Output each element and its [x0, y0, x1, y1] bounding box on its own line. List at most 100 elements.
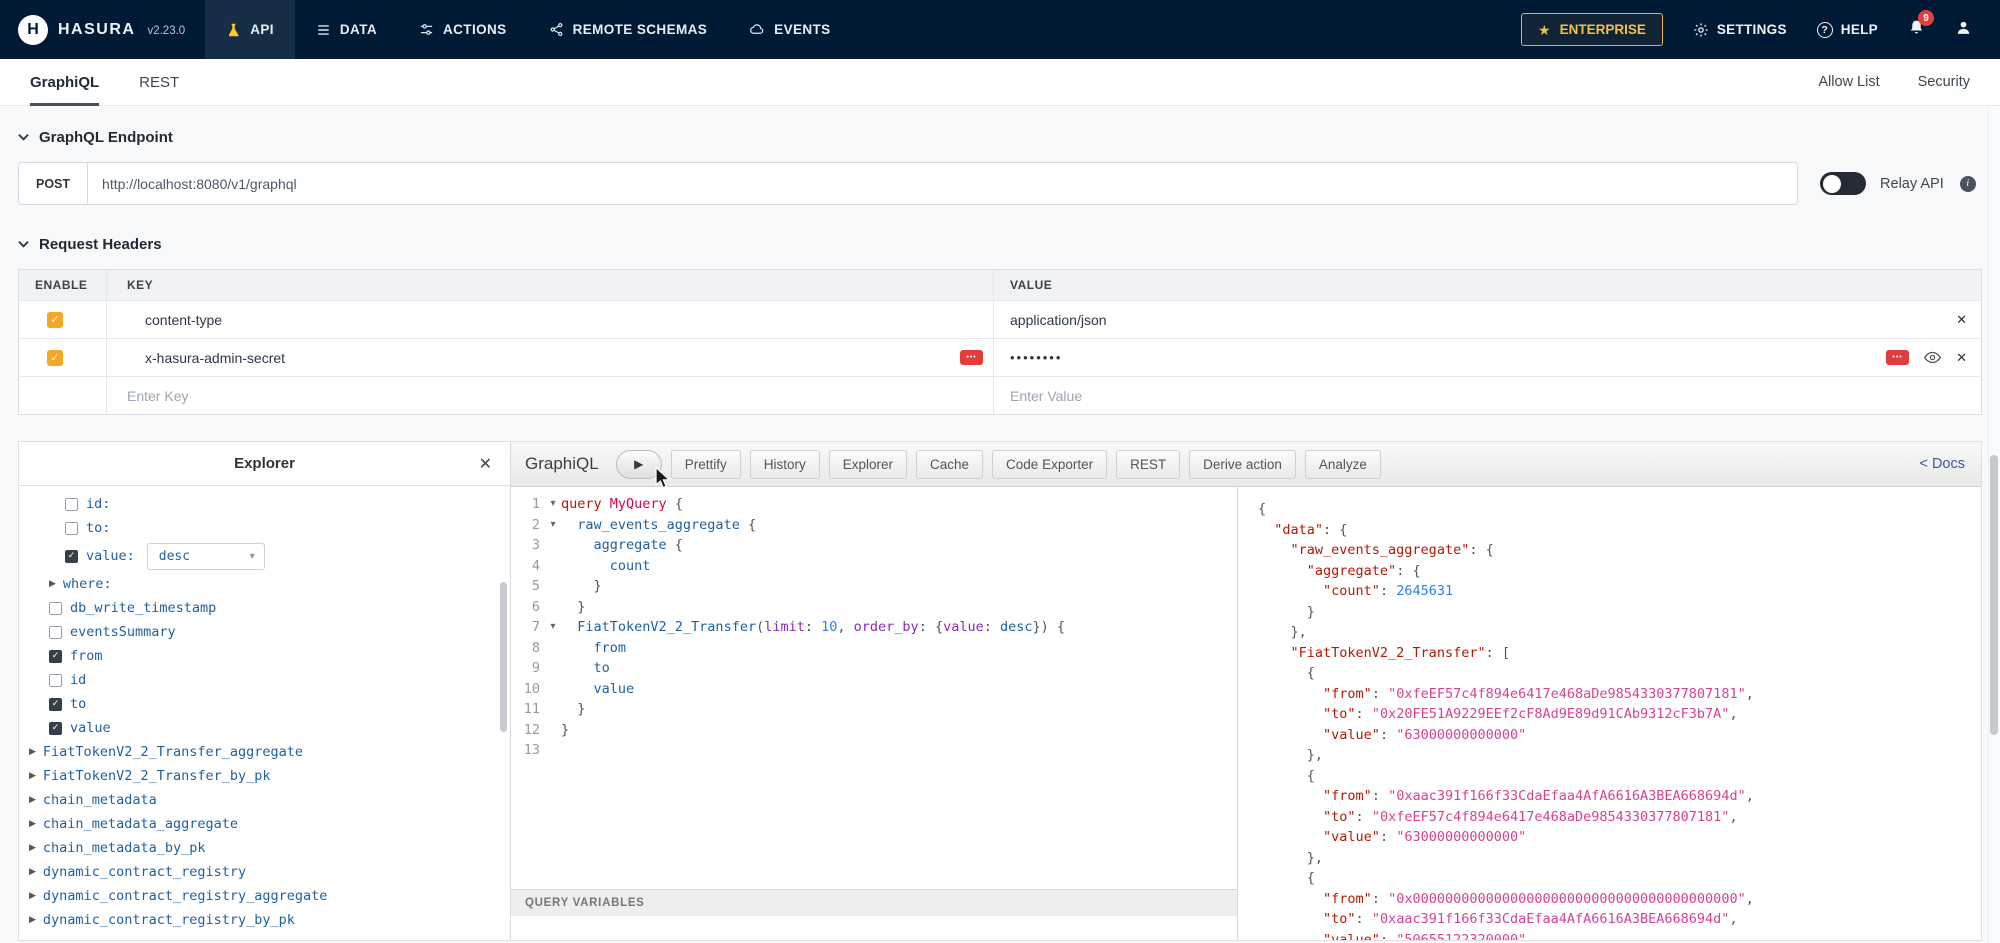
sort-direction-select[interactable]: desc▾	[147, 543, 265, 570]
code-token: {	[1258, 868, 1315, 889]
nav-item-actions[interactable]: ACTIONS	[398, 0, 528, 59]
explorer-item-dynamic_contract_registry_by_pk[interactable]: ▶dynamic_contract_registry_by_pk	[19, 908, 510, 932]
field-checkbox[interactable]	[49, 674, 62, 687]
explorer-item-to[interactable]: to:	[19, 516, 510, 540]
code-token: "count"	[1323, 581, 1380, 602]
explorer-item-db_write_timestamp[interactable]: db_write_timestamp	[19, 596, 510, 620]
explorer-scrollbar[interactable]	[500, 582, 507, 732]
explorer-tree[interactable]: id: to: ✓value:desc▾▶where:db_write_timest…	[19, 486, 510, 940]
relay-api-toggle[interactable]	[1820, 172, 1866, 195]
response-pane[interactable]: { "data": { "raw_events_aggregate": { "a…	[1238, 487, 1981, 940]
query-variables-editor[interactable]	[511, 916, 1237, 940]
rest-button[interactable]: REST	[1116, 450, 1180, 479]
field-checkbox[interactable]: ✓	[49, 722, 62, 735]
explorer-item-chain_metadata_by_pk[interactable]: ▶chain_metadata_by_pk	[19, 836, 510, 860]
field-checkbox[interactable]	[65, 498, 78, 511]
explorer-item-id[interactable]: id:	[19, 492, 510, 516]
remove-header-icon[interactable]: ✕	[1956, 313, 1967, 326]
execute-query-button[interactable]: ▶	[616, 450, 662, 479]
settings-link[interactable]: SETTINGS	[1693, 22, 1787, 38]
expand-arrow-icon[interactable]: ▶	[29, 867, 36, 877]
query-variables-header[interactable]: QUERY VARIABLES	[511, 889, 1237, 916]
explorer-item-chain_metadata_aggregate[interactable]: ▶chain_metadata_aggregate	[19, 812, 510, 836]
field-checkbox[interactable]: ✓	[65, 550, 78, 563]
explorer-item-FiatTokenV2_2_Transfer_aggregate[interactable]: ▶FiatTokenV2_2_Transfer_aggregate	[19, 740, 510, 764]
explorer-item-value[interactable]: ✓value	[19, 716, 510, 740]
explorer-item-FiatTokenV2_2_Transfer_by_pk[interactable]: ▶FiatTokenV2_2_Transfer_by_pk	[19, 764, 510, 788]
expand-arrow-icon[interactable]: ▶	[29, 747, 36, 757]
explorer-item-where[interactable]: ▶where:	[19, 572, 510, 596]
explorer-item-dynamic_contract_registry_aggregate[interactable]: ▶dynamic_contract_registry_aggregate	[19, 884, 510, 908]
prettify-button[interactable]: Prettify	[671, 450, 741, 479]
security-link[interactable]: Security	[1918, 74, 1970, 90]
code-token: "0xaac391f166f33CdaEfaa4AfA6616A3BEA6686…	[1388, 786, 1746, 807]
code-exporter-button[interactable]: Code Exporter	[992, 450, 1107, 479]
history-button[interactable]: History	[750, 450, 820, 479]
header-key-text[interactable]: x-hasura-admin-secret	[145, 350, 285, 366]
actions-sliders-icon	[419, 22, 434, 37]
explorer-item-value[interactable]: ✓value:desc▾	[19, 540, 510, 572]
analyze-button[interactable]: Analyze	[1305, 450, 1381, 479]
explorer-item-dynamic_contract_registry[interactable]: ▶dynamic_contract_registry	[19, 860, 510, 884]
field-checkbox[interactable]: ✓	[49, 650, 62, 663]
expand-arrow-icon[interactable]: ▶	[29, 771, 36, 781]
fold-arrow-icon[interactable]: ▾	[545, 494, 561, 515]
expand-arrow-icon[interactable]: ▶	[29, 795, 36, 805]
page-scrollbar[interactable]	[1988, 106, 2000, 943]
code-token: "data"	[1274, 520, 1323, 541]
nav-item-data[interactable]: DATA	[295, 0, 398, 59]
header-value-text[interactable]: application/json	[1010, 312, 1107, 328]
new-header-key-input[interactable]	[127, 388, 950, 404]
reveal-eye-icon[interactable]	[1924, 351, 1941, 364]
expand-arrow-icon[interactable]: ▶	[29, 891, 36, 901]
notifications-button[interactable]: 9	[1908, 18, 1925, 41]
enterprise-button[interactable]: ★ ENTERPRISE	[1521, 13, 1663, 46]
brand[interactable]: H HASURA v2.23.0	[0, 0, 205, 59]
cache-button[interactable]: Cache	[916, 450, 983, 479]
enable-checkbox[interactable]: ✓	[47, 350, 63, 366]
header-key-text[interactable]: content-type	[145, 312, 222, 328]
fold-arrow-icon[interactable]: ▾	[545, 617, 561, 638]
graphql-endpoint-section-header[interactable]: GraphQL Endpoint	[18, 128, 1982, 146]
nav-item-events[interactable]: EVENTS	[728, 0, 851, 59]
enable-checkbox[interactable]: ✓	[47, 312, 63, 328]
nav-item-api[interactable]: API	[205, 0, 295, 59]
user-menu-button[interactable]	[1955, 19, 1972, 41]
help-link[interactable]: ? HELP	[1817, 22, 1878, 38]
tab-rest[interactable]: REST	[139, 59, 179, 105]
field-checkbox[interactable]	[65, 522, 78, 535]
masked-value-text[interactable]: ••••••••	[1010, 350, 1062, 365]
explorer-item-label: to:	[86, 520, 110, 536]
page-scrollbar-thumb[interactable]	[1990, 455, 1998, 735]
query-editor-lines[interactable]: 1▾query MyQuery {2▾ raw_events_aggregate…	[511, 487, 1237, 889]
explorer-item-from[interactable]: ✓from	[19, 644, 510, 668]
field-checkbox[interactable]	[49, 602, 62, 615]
code-token: aggregate	[594, 537, 667, 553]
notification-badge: 9	[1918, 10, 1934, 26]
explorer-button[interactable]: Explorer	[829, 450, 907, 479]
close-icon[interactable]: ✕	[479, 454, 492, 474]
explorer-item-id[interactable]: id	[19, 668, 510, 692]
expand-arrow-icon[interactable]: ▶	[29, 915, 36, 925]
explorer-item-to[interactable]: ✓to	[19, 692, 510, 716]
graphql-endpoint-input[interactable]	[88, 162, 1798, 205]
docs-toggle[interactable]: < Docs	[1919, 456, 1965, 472]
explorer-item-chain_metadata[interactable]: ▶chain_metadata	[19, 788, 510, 812]
nav-item-remote-schemas[interactable]: REMOTE SCHEMAS	[528, 0, 729, 59]
info-icon[interactable]: i	[1960, 176, 1976, 192]
code-token: ,	[1746, 684, 1754, 705]
fold-arrow-icon[interactable]: ▾	[545, 515, 561, 536]
derive-action-button[interactable]: Derive action	[1189, 450, 1296, 479]
expand-arrow-icon[interactable]: ▶	[49, 579, 56, 589]
new-header-value-input[interactable]	[1010, 388, 1919, 404]
explorer-item-eventsSummary[interactable]: eventsSummary	[19, 620, 510, 644]
allow-list-link[interactable]: Allow List	[1818, 74, 1879, 90]
field-checkbox[interactable]	[49, 626, 62, 639]
request-headers-section-header[interactable]: Request Headers	[18, 235, 1982, 253]
remove-header-icon[interactable]: ✕	[1956, 351, 1967, 364]
field-checkbox[interactable]: ✓	[49, 698, 62, 711]
tab-graphiql[interactable]: GraphiQL	[30, 59, 99, 105]
expand-arrow-icon[interactable]: ▶	[29, 843, 36, 853]
expand-arrow-icon[interactable]: ▶	[29, 819, 36, 829]
code-token: value	[594, 681, 635, 697]
